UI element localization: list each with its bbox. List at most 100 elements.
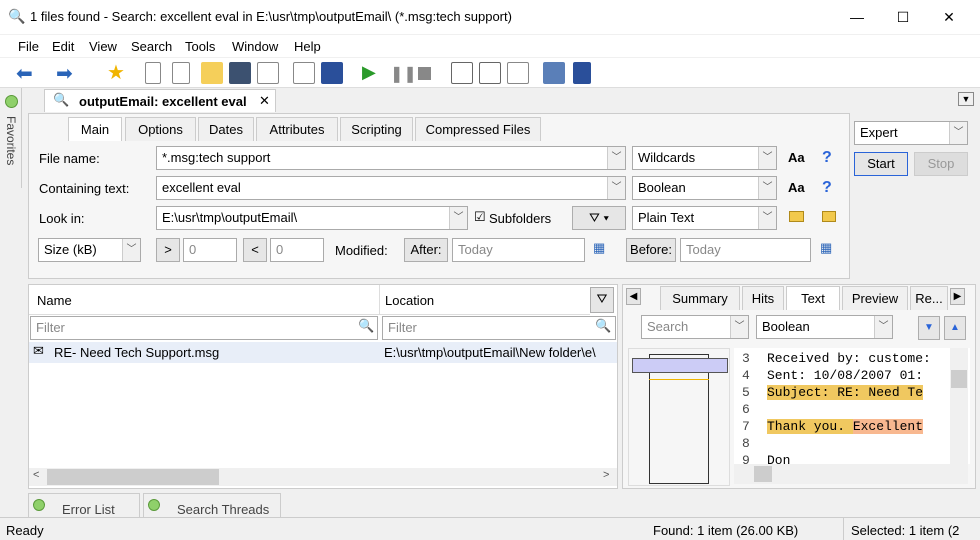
look-in-input[interactable]: E:\usr\tmp\outputEmail\ ﹀	[156, 206, 468, 230]
tab-dates[interactable]: Dates	[198, 117, 254, 141]
layout-icon[interactable]	[451, 62, 473, 84]
menu-help[interactable]: Help	[294, 39, 321, 54]
tab-options[interactable]: Options	[125, 117, 196, 141]
pause-icon[interactable]: ❚❚	[390, 64, 417, 84]
max-size-input[interactable]: 0	[270, 238, 324, 262]
tab-summary[interactable]: Summary	[660, 286, 740, 310]
size-unit-select[interactable]: Size (kB) ﹀	[38, 238, 141, 262]
horizontal-scrollbar[interactable]: < >	[29, 468, 617, 486]
column-name[interactable]: Name	[29, 285, 380, 315]
tab-scripting[interactable]: Scripting	[340, 117, 413, 141]
close-button[interactable]: ✕	[926, 0, 972, 34]
chevron-down-icon[interactable]: ﹀	[874, 316, 892, 338]
containing-mode-select[interactable]: Boolean ﹀	[632, 176, 777, 200]
chevron-down-icon[interactable]: ﹀	[949, 122, 967, 144]
chevron-down-icon[interactable]: ﹀	[758, 147, 776, 169]
preview-search-input[interactable]: Search ﹀	[641, 315, 749, 339]
chevron-down-icon[interactable]: ﹀	[607, 177, 625, 199]
tab-report[interactable]: Re...	[910, 286, 948, 310]
favorites-sidebar[interactable]: Favorites	[0, 88, 22, 188]
hit-map[interactable]	[628, 348, 730, 486]
start-button[interactable]: Start	[854, 152, 908, 176]
calendar-icon[interactable]: ▦	[820, 240, 832, 256]
before-button[interactable]: Before:	[626, 238, 676, 262]
tab-preview[interactable]: Preview	[842, 286, 908, 310]
chevron-down-icon[interactable]: ﹀	[758, 177, 776, 199]
copy-search-icon[interactable]	[172, 62, 190, 84]
preview-mode-select[interactable]: Boolean ﹀	[756, 315, 893, 339]
menu-file[interactable]: File	[18, 39, 39, 54]
filter-dropdown-button[interactable]: ⛛ ▾	[572, 206, 626, 230]
help-icon[interactable]: ?	[822, 179, 832, 197]
file-mode-select[interactable]: Wildcards ﹀	[632, 146, 777, 170]
min-size-input[interactable]: 0	[183, 238, 237, 262]
menu-edit[interactable]: Edit	[52, 39, 74, 54]
stop-button[interactable]: Stop	[914, 152, 968, 176]
table-row[interactable]: ✉ RE- Need Tech Support.msg E:\usr\tmp\o…	[29, 342, 617, 363]
menu-view[interactable]: View	[89, 39, 117, 54]
chevron-down-icon[interactable]: ﹀	[730, 316, 748, 338]
match-case-icon[interactable]: Aa	[788, 150, 805, 165]
columns-icon[interactable]	[479, 62, 501, 84]
greater-than-button[interactable]: >	[156, 238, 180, 262]
help-icon[interactable]: ?	[822, 149, 832, 167]
menu-tools[interactable]: Tools	[185, 39, 215, 54]
minimize-button[interactable]: —	[834, 0, 880, 34]
back-icon[interactable]: ⬅	[16, 61, 33, 86]
tab-main[interactable]: Main	[68, 117, 122, 141]
open-folder-icon[interactable]	[201, 62, 223, 84]
text-horizontal-scrollbar[interactable]	[734, 464, 968, 484]
forward-icon[interactable]: ➡	[56, 61, 73, 86]
tab-list-dropdown[interactable]: ▼	[958, 92, 974, 106]
menu-window[interactable]: Window	[232, 39, 278, 54]
search-document-icon[interactable]	[293, 62, 315, 84]
play-icon[interactable]: ▶	[362, 62, 376, 83]
search-report-icon[interactable]	[321, 62, 343, 84]
chevron-down-icon[interactable]: ﹀	[122, 239, 140, 261]
previous-hit-button[interactable]: ▲	[944, 316, 966, 340]
doc-tab-close[interactable]: ✕	[259, 93, 270, 109]
chevron-down-icon[interactable]: ﹀	[449, 207, 467, 229]
file-name-input[interactable]: *.msg:tech support ﹀	[156, 146, 626, 170]
location-filter-input[interactable]: Filter	[382, 316, 616, 340]
new-document-icon[interactable]	[145, 62, 161, 84]
tab-error-list[interactable]: Error List	[28, 493, 140, 517]
name-filter-input[interactable]: Filter	[30, 316, 378, 340]
tab-attributes[interactable]: Attributes	[256, 117, 338, 141]
containing-text-input[interactable]: excellent eval ﹀	[156, 176, 626, 200]
tabs-scroll-right[interactable]: ▶	[950, 288, 965, 305]
tab-text[interactable]: Text	[786, 286, 840, 310]
vertical-scrollbar[interactable]	[950, 348, 968, 464]
after-date-input[interactable]: Today	[452, 238, 585, 262]
folders-icon[interactable]	[822, 211, 836, 222]
look-mode-select[interactable]: Plain Text ﹀	[632, 206, 777, 230]
next-hit-button[interactable]: ▼	[918, 316, 940, 340]
maximize-button[interactable]: ☐	[880, 0, 926, 34]
help-book-icon[interactable]	[573, 62, 591, 84]
calendar-icon[interactable]: ▦	[593, 240, 605, 256]
after-button[interactable]: After:	[404, 238, 448, 262]
doc-tab[interactable]: 🔍 outputEmail: excellent eval ✕	[44, 89, 276, 112]
stop-icon[interactable]	[418, 67, 431, 80]
browse-folder-icon[interactable]	[789, 211, 804, 222]
tab-compressed-files[interactable]: Compressed Files	[415, 117, 541, 141]
tabs-scroll-left[interactable]: ◀	[626, 288, 641, 305]
match-case-icon[interactable]: Aa	[788, 180, 805, 195]
text-viewer[interactable]: 3 Received by: custome: 4 Sent: 10/08/2007 …	[734, 348, 970, 464]
settings-icon[interactable]	[507, 62, 529, 84]
favorites-star-icon[interactable]: ★	[107, 60, 125, 85]
tab-search-threads[interactable]: Search Threads	[143, 493, 281, 517]
chevron-down-icon[interactable]: ﹀	[607, 147, 625, 169]
mode-select[interactable]: Expert ﹀	[854, 121, 968, 145]
export-icon[interactable]	[257, 62, 279, 84]
less-than-button[interactable]: <	[243, 238, 267, 262]
column-filter-icon[interactable]: ⛛	[590, 287, 614, 313]
before-date-input[interactable]: Today	[680, 238, 811, 262]
print-icon[interactable]	[543, 62, 565, 84]
save-icon[interactable]	[229, 62, 251, 84]
subfolders-checkbox[interactable]: ☑	[474, 209, 486, 225]
tab-hits[interactable]: Hits	[742, 286, 784, 310]
column-location[interactable]: Location	[380, 285, 590, 315]
chevron-down-icon[interactable]: ﹀	[758, 207, 776, 229]
menu-search[interactable]: Search	[131, 39, 172, 54]
